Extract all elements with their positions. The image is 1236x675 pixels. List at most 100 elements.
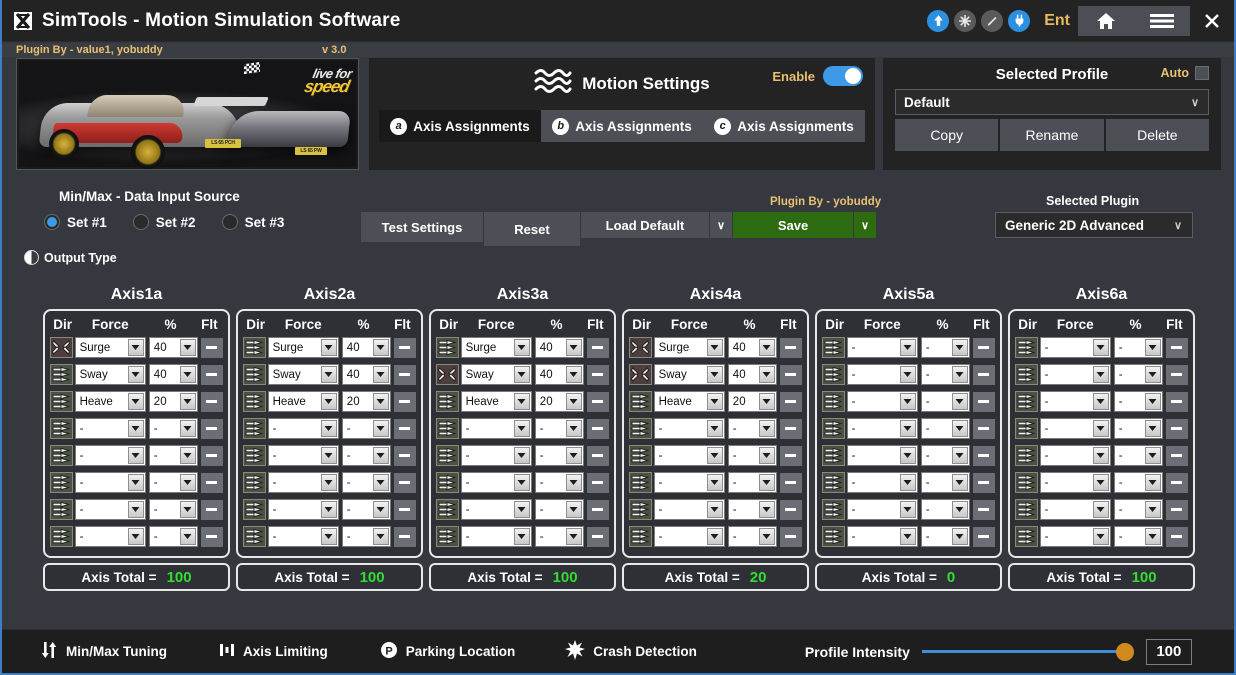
force-dropdown[interactable]: - — [654, 472, 725, 493]
chevron-down-icon[interactable] — [514, 447, 530, 464]
profile-intensity-value[interactable]: 100 — [1146, 639, 1192, 665]
direction-straight-arrows-icon[interactable] — [50, 391, 73, 412]
chevron-down-icon[interactable] — [128, 420, 144, 437]
filter-button[interactable] — [201, 500, 223, 520]
percent-dropdown[interactable]: - — [342, 526, 391, 547]
percent-dropdown[interactable]: 40 — [535, 364, 584, 385]
chevron-down-icon[interactable] — [1145, 474, 1161, 491]
chevron-down-icon[interactable] — [373, 501, 389, 518]
chevron-down-icon[interactable] — [1145, 528, 1161, 545]
direction-straight-arrows-icon[interactable] — [436, 418, 459, 439]
chevron-down-icon[interactable] — [952, 501, 968, 518]
chevron-down-icon[interactable] — [1093, 366, 1109, 383]
force-dropdown[interactable]: - — [847, 337, 918, 358]
chevron-down-icon[interactable] — [514, 366, 530, 383]
chevron-down-icon[interactable] — [321, 339, 337, 356]
filter-button[interactable] — [394, 446, 416, 466]
filter-button[interactable] — [780, 446, 802, 466]
output-type-toggle[interactable]: Output Type — [24, 250, 117, 265]
percent-dropdown[interactable]: - — [728, 418, 777, 439]
chevron-down-icon[interactable] — [514, 339, 530, 356]
percent-dropdown[interactable]: - — [921, 418, 970, 439]
force-dropdown[interactable]: - — [1040, 445, 1111, 466]
chevron-down-icon[interactable] — [759, 501, 775, 518]
filter-button[interactable] — [1166, 338, 1188, 358]
percent-dropdown[interactable]: - — [921, 445, 970, 466]
force-dropdown[interactable]: - — [847, 472, 918, 493]
filter-button[interactable] — [780, 419, 802, 439]
chevron-down-icon[interactable] — [566, 474, 582, 491]
percent-dropdown[interactable]: 40 — [342, 364, 391, 385]
force-dropdown[interactable]: - — [75, 445, 146, 466]
percent-dropdown[interactable]: - — [535, 418, 584, 439]
direction-straight-arrows-icon[interactable] — [243, 337, 266, 358]
direction-cross-arrows-icon[interactable] — [50, 337, 73, 358]
chevron-down-icon[interactable] — [566, 447, 582, 464]
load-default-button[interactable]: Load Default — [581, 212, 709, 238]
profile-intensity-slider[interactable] — [922, 643, 1134, 661]
chevron-down-icon[interactable] — [900, 501, 916, 518]
force-dropdown[interactable]: - — [461, 499, 532, 520]
force-dropdown[interactable]: - — [461, 418, 532, 439]
filter-button[interactable] — [1166, 527, 1188, 547]
chevron-down-icon[interactable] — [373, 528, 389, 545]
chevron-down-icon[interactable] — [1093, 501, 1109, 518]
chevron-down-icon[interactable] — [321, 501, 337, 518]
direction-straight-arrows-icon[interactable] — [50, 526, 73, 547]
direction-straight-arrows-icon[interactable] — [629, 418, 652, 439]
radio-set-2[interactable]: Set #2 — [133, 214, 196, 230]
direction-straight-arrows-icon[interactable] — [629, 472, 652, 493]
percent-dropdown[interactable]: - — [149, 499, 198, 520]
percent-dropdown[interactable]: - — [149, 445, 198, 466]
chevron-down-icon[interactable] — [180, 501, 196, 518]
upload-arrow-icon[interactable] — [927, 10, 949, 32]
direction-straight-arrows-icon[interactable] — [243, 418, 266, 439]
percent-dropdown[interactable]: 20 — [728, 391, 777, 412]
game-banner[interactable]: LS 65 PCH LS 65 PW live for speed — [16, 58, 359, 170]
chevron-down-icon[interactable] — [900, 474, 916, 491]
force-dropdown[interactable]: - — [461, 526, 532, 547]
filter-button[interactable] — [1166, 392, 1188, 412]
chevron-down-icon[interactable] — [900, 366, 916, 383]
chevron-down-icon[interactable] — [514, 420, 530, 437]
percent-dropdown[interactable]: - — [342, 445, 391, 466]
direction-cross-arrows-icon[interactable] — [629, 364, 652, 385]
chevron-down-icon[interactable] — [1145, 366, 1161, 383]
filter-button[interactable] — [394, 338, 416, 358]
filter-button[interactable] — [1166, 365, 1188, 385]
chevron-down-icon[interactable] — [514, 528, 530, 545]
filter-button[interactable] — [394, 500, 416, 520]
radio-set-1[interactable]: Set #1 — [44, 214, 107, 230]
chevron-down-icon[interactable] — [373, 447, 389, 464]
enable-toggle-group[interactable]: Enable — [772, 66, 863, 86]
chevron-down-icon[interactable] — [373, 366, 389, 383]
filter-button[interactable] — [587, 338, 609, 358]
delete-profile-button[interactable]: Delete — [1106, 119, 1209, 151]
crash-detection-button[interactable]: Crash Detection — [565, 640, 697, 663]
filter-button[interactable] — [394, 392, 416, 412]
chevron-down-icon[interactable] — [180, 528, 196, 545]
direction-straight-arrows-icon[interactable] — [822, 418, 845, 439]
filter-button[interactable] — [587, 446, 609, 466]
chevron-down-icon[interactable] — [952, 339, 968, 356]
force-dropdown[interactable]: Heave — [268, 391, 339, 412]
home-icon[interactable] — [1078, 6, 1134, 36]
percent-dropdown[interactable]: - — [342, 499, 391, 520]
chevron-down-icon[interactable] — [1093, 339, 1109, 356]
chevron-down-icon[interactable] — [900, 447, 916, 464]
force-dropdown[interactable]: - — [75, 526, 146, 547]
direction-straight-arrows-icon[interactable] — [243, 499, 266, 520]
percent-dropdown[interactable]: - — [921, 391, 970, 412]
force-dropdown[interactable]: Sway — [268, 364, 339, 385]
chevron-down-icon[interactable] — [707, 393, 723, 410]
direction-straight-arrows-icon[interactable] — [436, 499, 459, 520]
axis-limiting-button[interactable]: Axis Limiting — [219, 642, 328, 661]
filter-button[interactable] — [1166, 473, 1188, 493]
chevron-down-icon[interactable] — [1093, 420, 1109, 437]
direction-straight-arrows-icon[interactable] — [1015, 391, 1038, 412]
force-dropdown[interactable]: Surge — [268, 337, 339, 358]
chevron-down-icon[interactable] — [128, 447, 144, 464]
chevron-down-icon[interactable] — [952, 366, 968, 383]
minmax-tuning-button[interactable]: Min/Max Tuning — [40, 641, 167, 662]
chevron-down-icon[interactable] — [707, 501, 723, 518]
